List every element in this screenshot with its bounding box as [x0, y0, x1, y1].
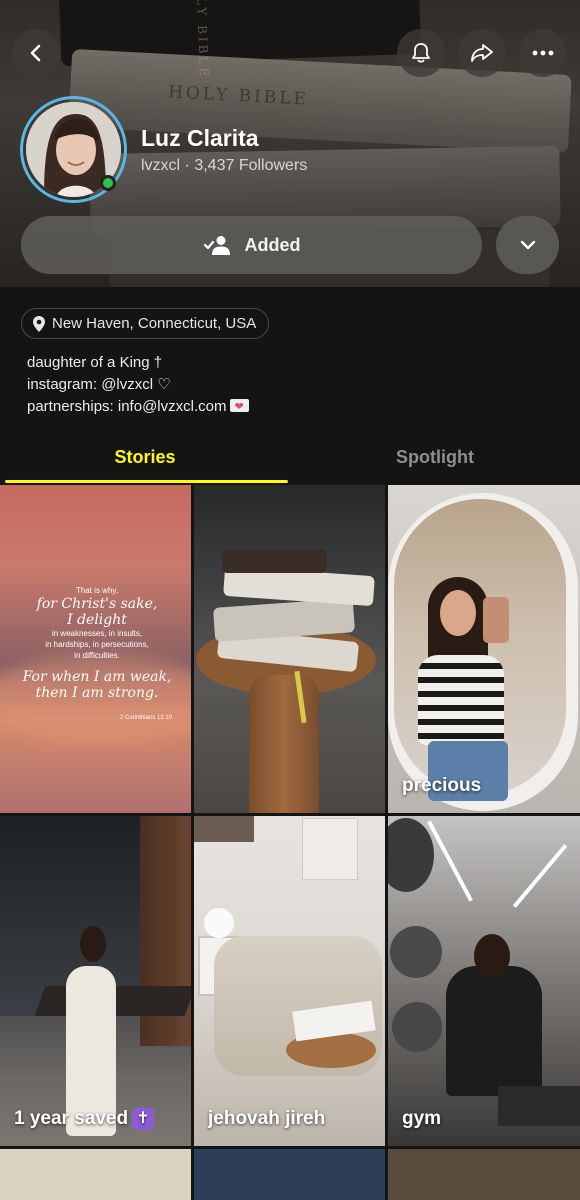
- lamp: [204, 908, 234, 938]
- profile-name: Luz Clarita: [141, 125, 259, 151]
- verse-text: That is why,: [75, 586, 119, 595]
- bell-icon: [412, 43, 430, 63]
- added-person-icon: [203, 236, 230, 255]
- chevron-down-icon: [520, 240, 535, 250]
- bio-line: daughter of a King †: [27, 354, 163, 371]
- wall-art: [302, 818, 358, 880]
- friend-options-dropdown-button[interactable]: [496, 216, 559, 274]
- added-button-label: Added: [244, 234, 301, 255]
- location-pill[interactable]: New Haven, Connecticut, USA: [21, 308, 270, 339]
- verse-text: then I am strong.: [35, 685, 159, 701]
- notification-bell-button[interactable]: [397, 29, 445, 77]
- story-tile-precious[interactable]: precious: [388, 485, 580, 813]
- story-tile-1-year-saved[interactable]: 1 year saved ✝: [0, 816, 191, 1146]
- profile-tabs: Stories Spotlight: [0, 437, 580, 483]
- verse-text: For when I am weak,: [22, 669, 172, 685]
- verse-quote: That is why, for Christ's sake, I deligh…: [22, 585, 172, 721]
- story-tile-partial[interactable]: [388, 1149, 580, 1200]
- verse-reference: 2 Corinthians 12:10: [119, 715, 172, 721]
- verse-text: I delight: [67, 612, 127, 628]
- ceiling-light: [512, 844, 568, 908]
- person-head: [474, 934, 510, 978]
- location-text: New Haven, Connecticut, USA: [52, 315, 257, 332]
- ceiling-light: [427, 820, 473, 902]
- table-leg: [249, 675, 319, 813]
- person-hoodie: [446, 966, 542, 1096]
- story-tile-partial[interactable]: [0, 1149, 191, 1200]
- bio: daughter of a King † instagram: @lvzxcl …: [27, 352, 250, 418]
- verse-text: in difficulties.: [74, 651, 120, 660]
- verse-text: in hardships, in persecutions,: [45, 640, 149, 649]
- story-tile-partial[interactable]: [194, 1149, 385, 1200]
- online-status-dot: [100, 175, 116, 191]
- bio-line: instagram: @lvzxcl ♡: [27, 376, 171, 393]
- phone: [483, 597, 509, 643]
- tab-stories[interactable]: Stories: [0, 437, 290, 483]
- story-label: gym: [402, 1108, 442, 1129]
- location-pin-icon: [33, 315, 45, 332]
- added-friend-button[interactable]: Added: [21, 216, 482, 274]
- book: [222, 549, 327, 573]
- medicine-ball: [392, 1002, 442, 1052]
- bio-line[interactable]: partnerships: info@lvzxcl.com: [27, 398, 226, 415]
- username-followers[interactable]: lvzxcl · 3,437 Followers: [141, 157, 307, 175]
- striped-top: [418, 655, 504, 745]
- shelf: [194, 816, 254, 842]
- story-tile-gym[interactable]: gym: [388, 816, 580, 1146]
- story-label: jehovah jireh: [208, 1108, 326, 1129]
- dumbbell-rack: [498, 1086, 580, 1126]
- story-tile-bibles[interactable]: [194, 485, 385, 813]
- tab-spotlight[interactable]: Spotlight: [290, 437, 580, 483]
- story-tile-jehovah-jireh[interactable]: jehovah jireh: [194, 816, 385, 1146]
- story-label: 1 year saved: [14, 1108, 129, 1129]
- profile-header: HOLY BIBLE HOLY BIBLE Luz Clarita lvzxcl…: [0, 0, 580, 287]
- verse-text: in weaknesses, in insults,: [51, 629, 143, 638]
- person-face: [440, 590, 476, 636]
- back-arrow-icon: [30, 44, 41, 62]
- story-label: precious: [402, 775, 482, 796]
- back-button[interactable]: [12, 29, 60, 77]
- share-button[interactable]: [458, 29, 506, 77]
- bio-line-partnerships: partnerships: info@lvzxcl.com: [27, 396, 250, 418]
- person-head: [80, 926, 106, 962]
- cross-badge-icon: ✝: [132, 1108, 155, 1130]
- envelope-heart-icon: [230, 396, 250, 418]
- medicine-ball: [390, 926, 442, 978]
- story-label-1-year-saved: 1 year saved ✝: [14, 1108, 155, 1130]
- share-icon: [471, 44, 493, 62]
- medicine-ball: [388, 818, 434, 892]
- story-tile-bible-verse[interactable]: That is why, for Christ's sake, I deligh…: [0, 485, 191, 813]
- more-options-button[interactable]: [519, 29, 567, 77]
- verse-text: for Christ's sake,: [36, 596, 158, 612]
- more-icon: [532, 50, 554, 56]
